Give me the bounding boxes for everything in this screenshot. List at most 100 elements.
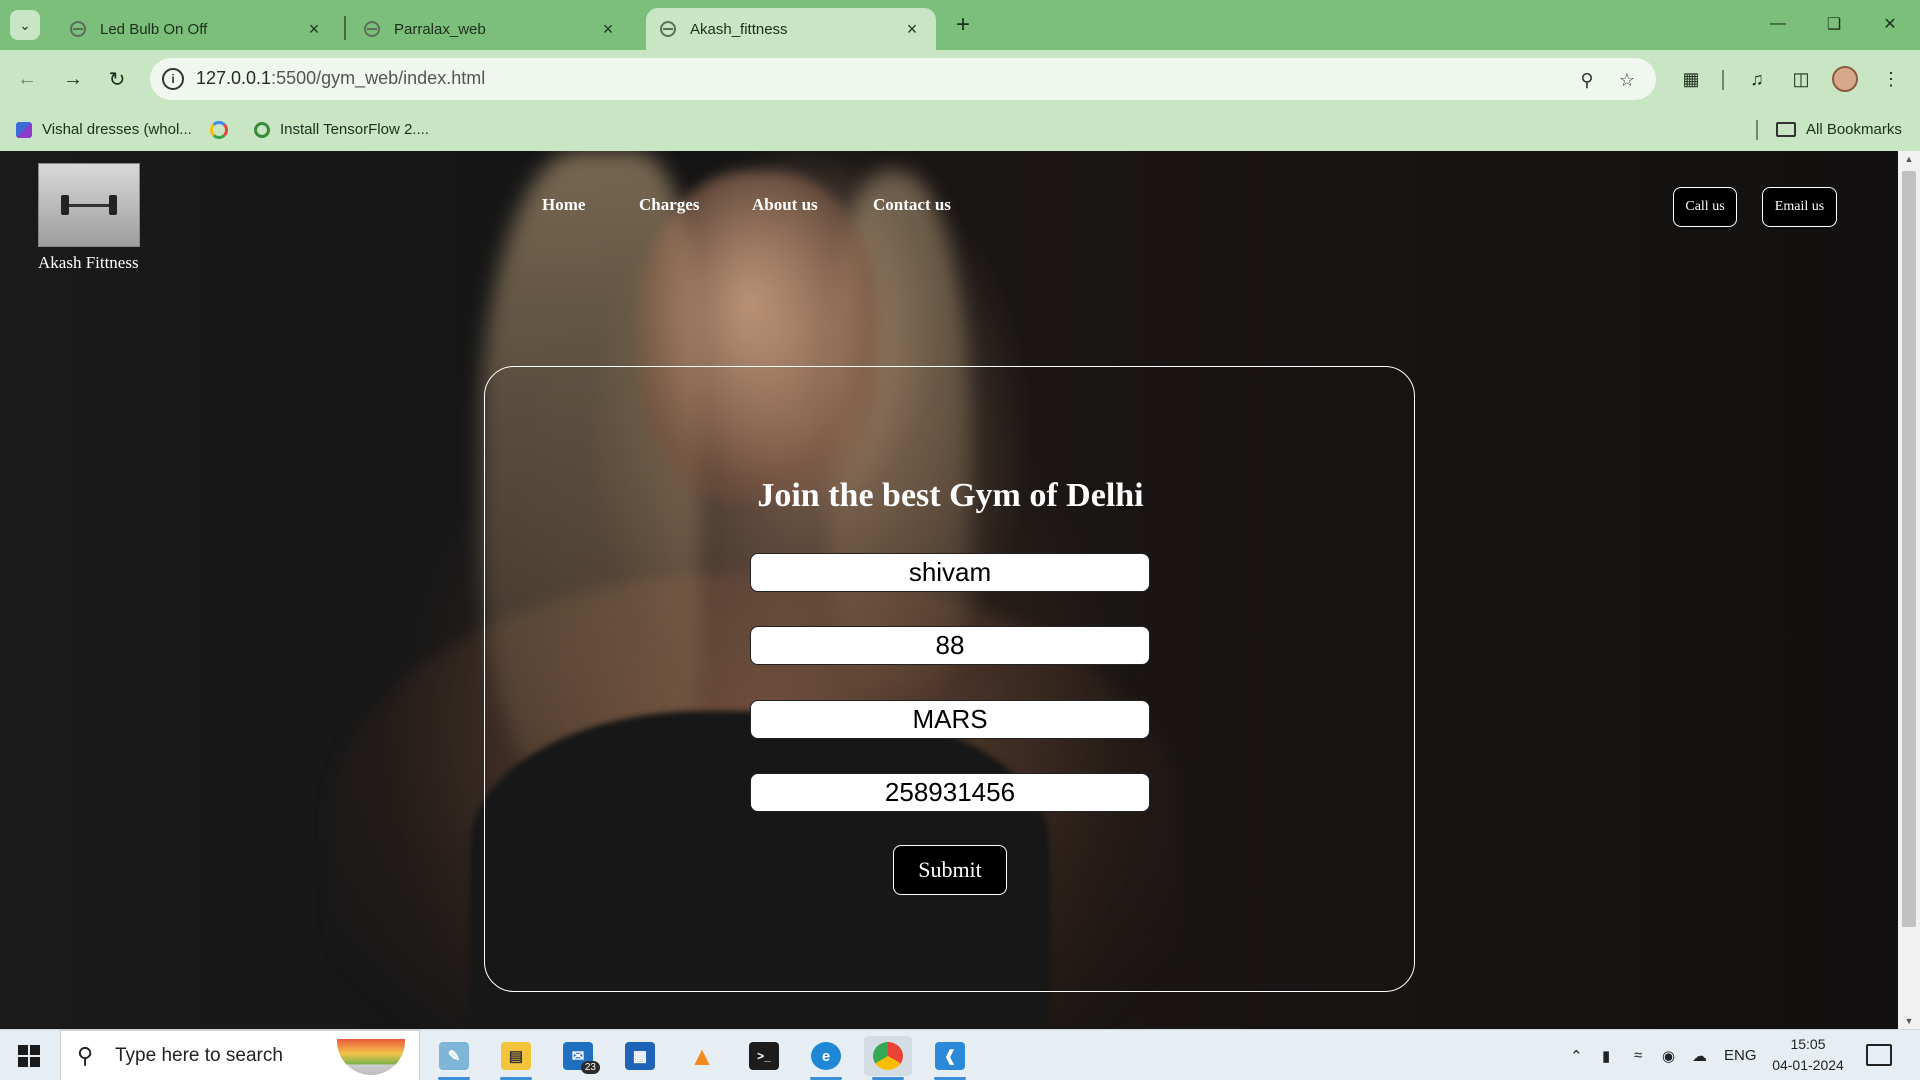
bookmark-vishal-dresses[interactable]: Vishal dresses (whol... — [16, 108, 192, 151]
zoom-icon[interactable]: ⚲ — [1574, 67, 1600, 93]
all-bookmarks-label: All Bookmarks — [1806, 121, 1902, 138]
globe-icon — [660, 21, 676, 37]
age-input[interactable] — [750, 626, 1150, 665]
nav-about-us[interactable]: About us — [752, 195, 818, 215]
globe-icon — [70, 21, 86, 37]
call-us-button[interactable]: Call us — [1673, 187, 1737, 227]
site-logo[interactable] — [38, 163, 140, 247]
network-icon[interactable]: ☁ — [1692, 1030, 1707, 1080]
wifi-icon[interactable]: ≈ — [1634, 1030, 1642, 1080]
taskbar-terminal[interactable]: >_ — [740, 1036, 788, 1076]
tab-led-bulb[interactable]: Led Bulb On Off × — [56, 8, 338, 50]
site-brand-name: Akash Fittness — [38, 253, 139, 272]
nav-home[interactable]: Home — [542, 195, 585, 215]
side-panel-icon[interactable]: ◫ — [1784, 62, 1818, 96]
minimize-button[interactable]: — — [1758, 6, 1798, 42]
tab-search-button[interactable]: ⌄ — [10, 10, 40, 40]
taskbar-edge[interactable]: e — [802, 1036, 850, 1080]
scroll-up-icon[interactable]: ▲ — [1898, 151, 1920, 167]
tab-akash-fittness[interactable]: Akash_fittness × — [646, 8, 936, 50]
close-window-button[interactable]: ✕ — [1870, 6, 1910, 42]
taskbar-chrome[interactable] — [864, 1036, 912, 1080]
chrome-icon — [873, 1042, 903, 1070]
vscode-icon: ❰ — [935, 1042, 965, 1070]
bookmark-star-icon[interactable]: ☆ — [1614, 67, 1640, 93]
close-icon[interactable]: × — [304, 19, 324, 40]
bookmark-install-tensorflow[interactable]: Install TensorFlow 2.... — [254, 108, 429, 151]
restore-button[interactable]: ❏ — [1814, 6, 1854, 42]
scrollbar-thumb[interactable] — [1902, 171, 1916, 927]
new-tab-button[interactable]: + — [948, 10, 978, 40]
url-host: 127.0.0.1 — [196, 68, 272, 88]
extensions-icon[interactable]: ▦ — [1674, 62, 1708, 96]
all-bookmarks-button[interactable]: All Bookmarks — [1776, 108, 1902, 151]
browser-toolbar: ← → ↻ i 127.0.0.1:5500/gym_web/index.htm… — [0, 50, 1920, 108]
clock-date: 04-01-2024 — [1772, 1057, 1844, 1073]
arrow-right-icon: → — [63, 67, 83, 90]
plus-icon: + — [955, 11, 970, 38]
page-viewport: Akash Fittness Home Charges About us Con… — [0, 151, 1898, 1029]
tray-overflow-icon[interactable]: ⌃ — [1570, 1030, 1583, 1080]
arrow-left-icon: ← — [17, 67, 37, 90]
reload-button[interactable]: ↻ — [100, 62, 134, 96]
globe-icon — [364, 21, 380, 37]
taskbar-search-box[interactable]: ⚲ Type here to search — [60, 1030, 420, 1080]
nav-charges[interactable]: Charges — [639, 195, 699, 215]
menu-kebab-icon[interactable]: ⋮ — [1874, 62, 1908, 96]
folder-icon: ▤ — [501, 1042, 531, 1070]
folder-icon — [1776, 122, 1796, 137]
taskbar: ⚲ Type here to search ✎ ▤ ✉ 23 ▦ ▲ >_ e … — [0, 1029, 1920, 1080]
profile-avatar[interactable] — [1828, 62, 1862, 96]
close-icon: ✕ — [1883, 16, 1897, 33]
email-us-button[interactable]: Email us — [1762, 187, 1837, 227]
taskbar-vlc[interactable]: ▲ — [678, 1036, 726, 1076]
page-scrollbar[interactable]: ▲ ▼ — [1898, 151, 1920, 1029]
back-button[interactable]: ← — [10, 62, 44, 96]
taskbar-file-explorer[interactable]: ▤ — [492, 1036, 540, 1080]
form-heading: Join the best Gym of Delhi — [757, 477, 1144, 514]
tensorflow-icon — [254, 121, 270, 138]
address-bar[interactable]: i 127.0.0.1:5500/gym_web/index.html ⚲ ☆ — [150, 58, 1656, 100]
phone-input[interactable] — [750, 773, 1150, 812]
edge-icon: e — [811, 1042, 841, 1070]
language-indicator[interactable]: ENG — [1724, 1030, 1757, 1080]
taskbar-mail[interactable]: ✉ 23 — [554, 1036, 602, 1076]
avatar — [1832, 66, 1858, 92]
search-icon: ⚲ — [77, 1042, 94, 1068]
url-path: :5500/gym_web/index.html — [271, 68, 486, 88]
scroll-down-icon[interactable]: ▼ — [1898, 1013, 1920, 1029]
address-input[interactable] — [750, 700, 1150, 739]
tab-parralax-web[interactable]: Parralax_web × — [350, 8, 632, 50]
url-text[interactable]: 127.0.0.1:5500/gym_web/index.html — [196, 68, 485, 89]
windows-start-icon[interactable] — [18, 1045, 40, 1067]
toolbar-divider — [1722, 70, 1724, 90]
taskbar-store[interactable]: ▦ — [616, 1036, 664, 1076]
minimize-icon: — — [1770, 15, 1786, 32]
battery-icon[interactable]: ▮ — [1602, 1030, 1610, 1080]
restore-icon: ❏ — [1826, 16, 1842, 33]
taskbar-clock[interactable]: 15:05 04-01-2024 — [1760, 1034, 1856, 1076]
mail-badge: 23 — [580, 1061, 600, 1074]
name-input[interactable] — [750, 553, 1150, 592]
vlc-cone-icon: ▲ — [689, 1040, 715, 1071]
submit-button[interactable]: Submit — [893, 845, 1007, 895]
tab-title: Parralax_web — [394, 20, 486, 38]
nav-contact-us[interactable]: Contact us — [873, 195, 951, 215]
meet-now-icon[interactable]: ◉ — [1662, 1030, 1675, 1080]
tab-title: Led Bulb On Off — [100, 20, 208, 38]
dumbbell-icon — [59, 195, 119, 215]
media-controls-icon[interactable]: ♫ — [1740, 62, 1774, 96]
taskbar-notepad[interactable]: ✎ — [430, 1036, 478, 1080]
close-icon[interactable]: × — [598, 19, 618, 40]
close-icon[interactable]: × — [902, 19, 922, 40]
bookmark-label: Vishal dresses (whol... — [42, 121, 192, 138]
site-info-icon[interactable]: i — [162, 68, 184, 90]
search-placeholder: Type here to search — [115, 1044, 283, 1066]
store-icon: ▦ — [625, 1042, 655, 1070]
bookmark-google[interactable] — [210, 108, 238, 151]
taskbar-vscode[interactable]: ❰ — [926, 1036, 974, 1080]
bookmarks-bar: Vishal dresses (whol... Install TensorFl… — [0, 108, 1920, 151]
notification-center-icon[interactable] — [1866, 1044, 1892, 1066]
forward-button[interactable]: → — [56, 62, 90, 96]
vishal-favicon-icon — [16, 121, 32, 138]
